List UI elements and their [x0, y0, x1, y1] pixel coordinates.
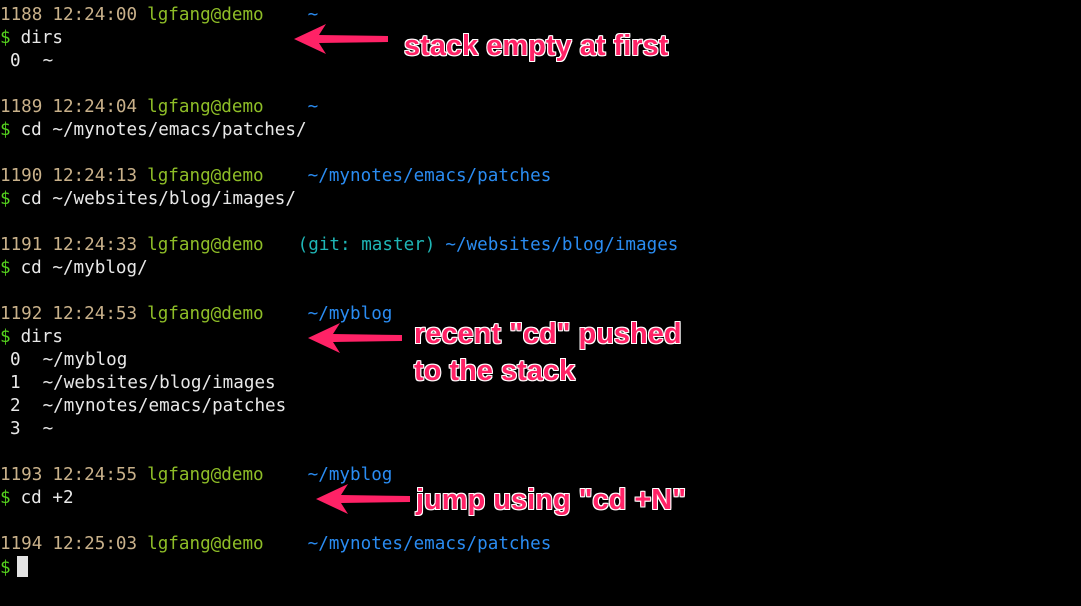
prompt-line: 1194 12:25:03 lgfang@demo ~/mynotes/emacs/p… — [0, 533, 551, 556]
command-line: $ dirs — [0, 326, 63, 349]
prompt-line: 1191 12:24:33 lgfang@demo (git: master) ~/we… — [0, 234, 678, 257]
stack-index: 3 — [10, 419, 21, 439]
stack-path: ~ — [42, 51, 54, 71]
current-path: ~/mynotes/emacs/patches — [307, 534, 552, 554]
git-branch: (git: master) — [297, 235, 436, 255]
command-line: $ — [0, 556, 28, 579]
timestamp: 12:24:00 — [52, 5, 138, 25]
user-host: lgfang@demo — [147, 465, 264, 485]
history-number: 1190 — [0, 166, 43, 186]
timestamp: 12:24:55 — [52, 465, 138, 485]
current-path: ~/mynotes/emacs/patches — [307, 166, 552, 186]
dirs-output-line: 1 ~/websites/blog/images — [0, 372, 276, 395]
annotation-arrow — [294, 23, 388, 54]
command-line: $ cd ~/mynotes/emacs/patches/ — [0, 119, 307, 142]
command-text: cd +2 — [20, 488, 74, 508]
command-text: cd ~/websites/blog/images/ — [20, 189, 296, 209]
annotation-note: stack empty at first — [404, 28, 668, 65]
stack-path: ~ — [42, 419, 54, 439]
annotation-text: to the stack — [414, 355, 576, 387]
history-number: 1193 — [0, 465, 43, 485]
timestamp: 12:24:33 — [52, 235, 138, 255]
prompt-dollar: $ — [0, 120, 11, 140]
annotation-text: jump using "cd +N" — [416, 484, 686, 516]
user-host: lgfang@demo — [147, 166, 264, 186]
annotation-arrow — [316, 483, 410, 514]
stack-path: ~/mynotes/emacs/patches — [42, 396, 287, 416]
history-number: 1188 — [0, 5, 43, 25]
history-number: 1194 — [0, 534, 43, 554]
history-number: 1192 — [0, 304, 43, 324]
command-text: cd ~/myblog/ — [20, 258, 148, 278]
current-path: ~/websites/blog/images — [445, 235, 679, 255]
stack-index: 0 — [10, 51, 21, 71]
user-host: lgfang@demo — [147, 5, 264, 25]
prompt-line: 1188 12:24:00 lgfang@demo ~ — [0, 4, 318, 27]
annotation-note: recent "cd" pushed to the stack — [414, 316, 682, 390]
command-text: dirs — [20, 28, 63, 48]
timestamp: 12:24:04 — [52, 97, 138, 117]
dirs-output-line: 2 ~/mynotes/emacs/patches — [0, 395, 286, 418]
stack-path: ~/websites/blog/images — [42, 373, 276, 393]
timestamp: 12:24:53 — [52, 304, 138, 324]
current-path: ~ — [307, 97, 319, 117]
command-text: dirs — [20, 327, 63, 347]
prompt-line: 1190 12:24:13 lgfang@demo ~/mynotes/emacs/p… — [0, 165, 551, 188]
command-line: $ cd +2 — [0, 487, 74, 510]
annotation-text: stack empty at first — [404, 30, 669, 62]
prompt-dollar: $ — [0, 189, 11, 209]
user-host: lgfang@demo — [147, 304, 264, 324]
dirs-output-line: 0 ~/myblog — [0, 349, 127, 372]
text-cursor[interactable] — [16, 556, 28, 577]
command-line: $ cd ~/myblog/ — [0, 257, 148, 280]
annotation-text: recent "cd" pushed — [414, 318, 682, 350]
stack-index: 2 — [10, 396, 21, 416]
prompt-dollar: $ — [0, 488, 11, 508]
command-line: $ dirs — [0, 27, 63, 50]
annotation-arrow — [308, 322, 402, 353]
history-number: 1189 — [0, 97, 43, 117]
command-text: cd ~/mynotes/emacs/patches/ — [20, 120, 307, 140]
prompt-dollar: $ — [0, 28, 11, 48]
command-line: $ cd ~/websites/blog/images/ — [0, 188, 296, 211]
prompt-line: 1189 12:24:04 lgfang@demo ~ — [0, 96, 318, 119]
dirs-output-line: 3 ~ — [0, 418, 53, 441]
user-host: lgfang@demo — [147, 534, 264, 554]
stack-index: 1 — [10, 373, 21, 393]
timestamp: 12:24:13 — [52, 166, 138, 186]
stack-index: 0 — [10, 350, 21, 370]
prompt-dollar: $ — [0, 558, 11, 578]
prompt-dollar: $ — [0, 327, 11, 347]
annotation-note: jump using "cd +N" — [416, 482, 686, 519]
prompt-dollar: $ — [0, 258, 11, 278]
stack-path: ~/myblog — [42, 350, 128, 370]
user-host: lgfang@demo — [147, 235, 264, 255]
user-host: lgfang@demo — [147, 97, 264, 117]
history-number: 1191 — [0, 235, 43, 255]
timestamp: 12:25:03 — [52, 534, 138, 554]
dirs-output-line: 0 ~ — [0, 50, 53, 73]
